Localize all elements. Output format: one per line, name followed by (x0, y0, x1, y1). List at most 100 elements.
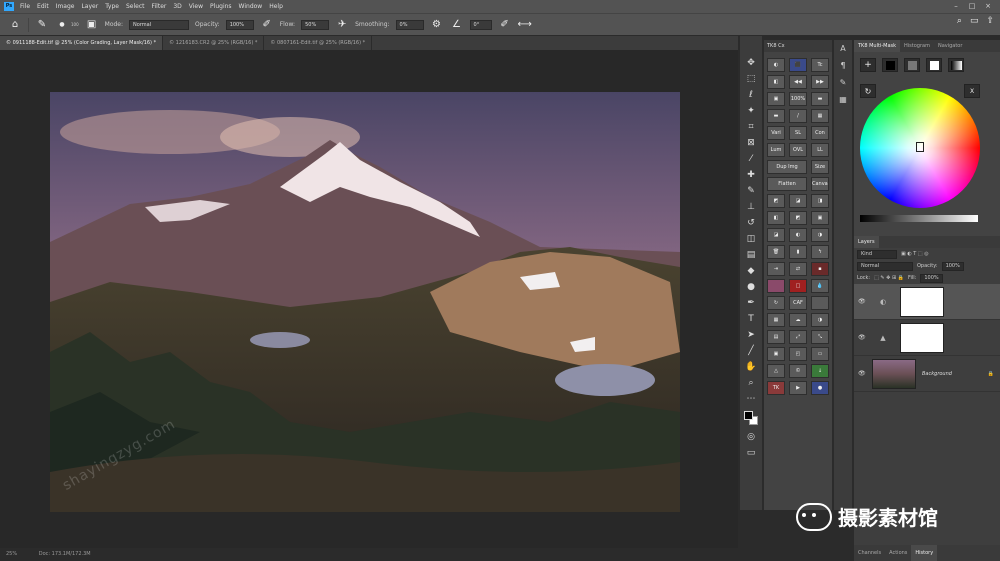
eraser-tool-icon[interactable]: ◫ (744, 232, 758, 246)
tk8-button[interactable]: ◩ (789, 211, 807, 225)
tk8-button[interactable]: □ (789, 279, 807, 293)
lasso-tool-icon[interactable]: ℓ (744, 88, 758, 102)
path-selection-tool-icon[interactable]: ➤ (744, 328, 758, 342)
tk8-button[interactable]: ◰ (789, 347, 807, 361)
history-brush-tool-icon[interactable]: ↺ (744, 216, 758, 230)
tab-histogram[interactable]: Histogram (900, 40, 934, 52)
tk8-button[interactable]: © (789, 364, 807, 378)
close-mask-button[interactable]: X (964, 84, 980, 98)
gray-value-slider[interactable] (860, 215, 978, 222)
gray-swatch-button[interactable] (904, 58, 920, 72)
tk8-button[interactable]: TK (767, 381, 785, 395)
doc-tab-3[interactable]: © 0807161-Edit.tif @ 25% (RGB/16) * (264, 36, 373, 50)
tk8-button[interactable]: LL (811, 143, 829, 157)
zoom-tool-icon[interactable]: ⌕ (744, 376, 758, 390)
tk8-button[interactable]: ▤ (767, 330, 785, 344)
doc-tab-2[interactable]: © 1216183.CR2 @ 25% (RGB/16) * (163, 36, 265, 50)
kind-filter[interactable]: Kind (857, 249, 897, 259)
canvas-button[interactable]: Canvas (811, 177, 829, 191)
tk8-button[interactable]: ▬ (767, 109, 785, 123)
doc-size[interactable]: Doc: 173.1M/172.3M (39, 551, 91, 557)
line-tool-icon[interactable]: ╱ (744, 344, 758, 358)
clone-stamp-tool-icon[interactable]: ⊥ (744, 200, 758, 214)
tk8-button[interactable]: ↻ (767, 296, 785, 310)
tk8-button[interactable]: ⇄ (789, 262, 807, 276)
tab-layers[interactable]: Layers (854, 236, 879, 248)
tk8-button[interactable]: ▶▶ (811, 75, 829, 89)
type-tool-icon[interactable]: T (744, 312, 758, 326)
symmetry-icon[interactable]: ⟷ (518, 18, 532, 32)
gradient-tool-icon[interactable]: ▤ (744, 248, 758, 262)
tk8-button[interactable]: ⇥ (767, 262, 785, 276)
gradient-swatch-button[interactable] (948, 58, 964, 72)
close-icon[interactable]: × (982, 1, 994, 12)
tk8-button[interactable]: ▶ (789, 381, 807, 395)
doc-tab-1[interactable]: © 0911188-Edit.tif @ 25% (Color Grading,… (0, 36, 164, 50)
color-picker-marker[interactable] (916, 142, 924, 152)
adjust-icon[interactable]: A (840, 44, 845, 53)
dodge-tool-icon[interactable]: ● (744, 280, 758, 294)
minimize-icon[interactable]: – (950, 1, 962, 12)
canvas-area[interactable] (0, 50, 738, 548)
tk8-button[interactable]: ▦ (767, 313, 785, 327)
tk8-button[interactable]: ◪ (767, 228, 785, 242)
layer-color-grading[interactable]: 👁 ◐ (854, 284, 1000, 320)
tab-channels[interactable]: Channels (854, 545, 885, 561)
menu-plugins[interactable]: Plugins (210, 3, 232, 10)
tk8-button[interactable]: 100% (789, 92, 807, 106)
flow-field[interactable]: 50% (301, 19, 330, 30)
filter-icons[interactable]: ▣ ◐ T ⬚ ◎ (901, 251, 929, 257)
marquee-tool-icon[interactable]: ⬚ (744, 72, 758, 86)
fill-field[interactable]: 100% (920, 273, 943, 283)
menu-window[interactable]: Window (239, 3, 263, 10)
trash-icon[interactable]: 🗑 (767, 245, 785, 259)
eyedropper-tool-icon[interactable]: ⁄ (744, 152, 758, 166)
tab-navigator[interactable]: Navigator (934, 40, 966, 52)
smoothing-field[interactable]: 0% (395, 19, 424, 30)
quick-mask-icon[interactable]: ◎ (744, 430, 758, 444)
search-icon[interactable]: ⌕ (957, 16, 962, 26)
tk8-button[interactable]: Vari (767, 126, 785, 140)
tk8-button[interactable]: ◧ (767, 75, 785, 89)
caf-button[interactable] (811, 296, 829, 310)
menu-filter[interactable]: Filter (152, 3, 167, 10)
layer-adjustment[interactable]: 👁 ▲ (854, 320, 1000, 356)
brush-tool-icon[interactable]: ✎ (744, 184, 758, 198)
menu-3d[interactable]: 3D (173, 3, 181, 10)
tk8-button[interactable]: △ (767, 364, 785, 378)
tk8-button[interactable]: ▪ (811, 262, 829, 276)
menu-image[interactable]: Image (56, 3, 75, 10)
workspace-icon[interactable]: ▭ (970, 16, 979, 26)
tk8-button[interactable]: Lum (767, 143, 785, 157)
tk8-button[interactable]: Con (811, 126, 829, 140)
menu-select[interactable]: Select (126, 3, 145, 10)
airbrush-icon[interactable]: ✈ (335, 18, 349, 32)
acr-button[interactable]: CAF (789, 296, 807, 310)
frame-tool-icon[interactable]: ⊠ (744, 136, 758, 150)
hand-tool-icon[interactable]: ✋ (744, 360, 758, 374)
layer-mask-thumbnail[interactable] (900, 286, 944, 317)
eye-icon[interactable]: 👁 (858, 334, 866, 341)
healing-brush-tool-icon[interactable]: ✚ (744, 168, 758, 182)
brush-tool-icon[interactable]: ✎ (35, 18, 49, 32)
tk8-button[interactable]: ◀◀ (789, 75, 807, 89)
menu-type[interactable]: Type (105, 3, 119, 10)
tk8-button[interactable]: ◩ (767, 194, 785, 208)
tk8-button[interactable]: ◑ (811, 313, 829, 327)
layer-opacity-field[interactable]: 100% (941, 261, 964, 271)
screen-mode-icon[interactable]: ▭ (744, 446, 758, 460)
share-icon[interactable]: ⇪ (986, 16, 994, 26)
menu-help[interactable]: Help (269, 3, 283, 10)
tk8-button[interactable]: ◧ (767, 211, 785, 225)
menu-file[interactable]: File (20, 3, 30, 10)
tk8-button[interactable]: / (789, 109, 807, 123)
brush-preset-icon[interactable]: ● (55, 18, 69, 32)
background-thumbnail[interactable] (872, 358, 916, 389)
blur-tool-icon[interactable]: ◆ (744, 264, 758, 278)
tk8-button[interactable]: Tc (811, 58, 829, 72)
layer-background[interactable]: 👁 Background 🔒 (854, 356, 1000, 392)
foreground-color-swatch[interactable] (744, 411, 753, 420)
add-icon[interactable]: + (860, 58, 876, 72)
lock-icons[interactable]: ⬚ ✎ ✥ ⊞ 🔒 (874, 275, 904, 281)
angle-field[interactable]: 0° (469, 19, 492, 30)
